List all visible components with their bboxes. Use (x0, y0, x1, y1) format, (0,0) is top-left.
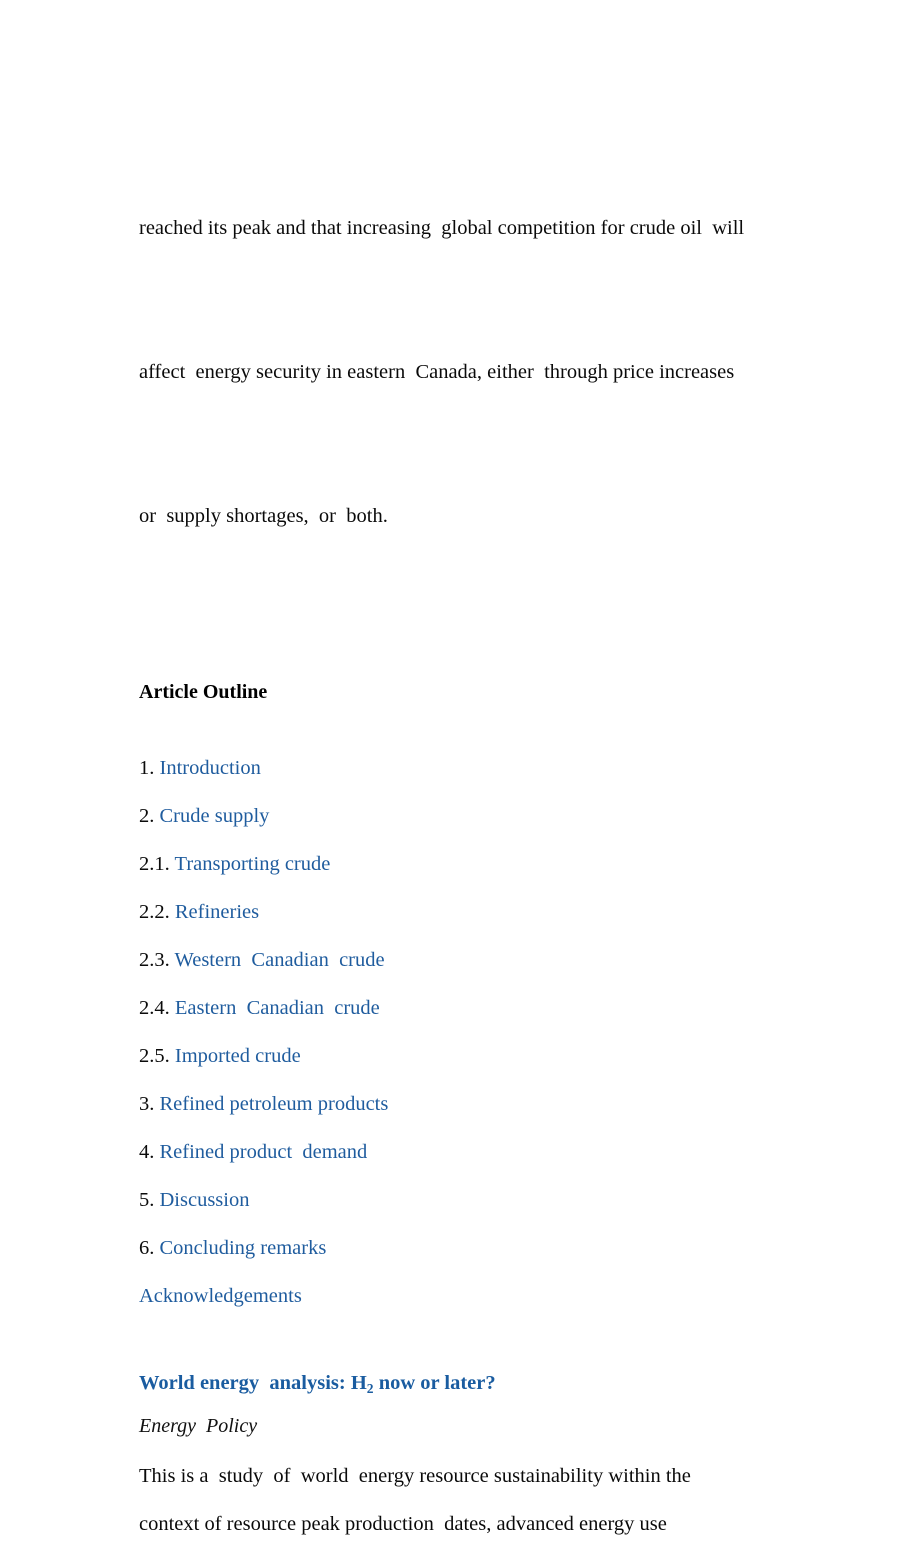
article-title-subscript: 2 (366, 1380, 374, 1396)
abstract-line: This is a study of world energy resource… (139, 1464, 691, 1487)
outline-item-number: 2. (139, 805, 160, 827)
next-article-abstract: This is a study of world energy resource… (139, 1452, 799, 1548)
outline-link-imported-crude[interactable]: Imported crude (175, 1045, 301, 1067)
outline-item-crude-supply: 2. Crude supply (139, 792, 799, 840)
outline-link-concluding-remarks[interactable]: Concluding remarks (160, 1237, 327, 1259)
outline-item-number: 2.2. (139, 901, 175, 923)
abstract-continuation-paragraph: reached its peak and that increasing glo… (139, 108, 799, 636)
page-content: reached its peak and that increasing glo… (139, 108, 799, 1548)
outline-item-imported-crude: 2.5. Imported crude (139, 1032, 799, 1080)
outline-item-refined-petroleum-products: 3. Refined petroleum products (139, 1080, 799, 1128)
outline-link-eastern-canadian-crude[interactable]: Eastern Canadian crude (175, 997, 380, 1019)
outline-item-acknowledgements: Acknowledgements (139, 1272, 799, 1320)
outline-item-discussion: 5. Discussion (139, 1176, 799, 1224)
outline-link-refineries[interactable]: Refineries (175, 901, 259, 923)
paragraph-line: or supply shortages, or both. (139, 505, 388, 527)
outline-link-refined-petroleum-products[interactable]: Refined petroleum products (160, 1093, 389, 1115)
outline-item-introduction: 1. Introduction (139, 744, 799, 792)
outline-link-crude-supply[interactable]: Crude supply (160, 805, 270, 827)
outline-link-acknowledgements[interactable]: Acknowledgements (139, 1285, 302, 1307)
outline-item-eastern-canadian-crude: 2.4. Eastern Canadian crude (139, 984, 799, 1032)
paragraph-line: reached its peak and that increasing glo… (139, 217, 745, 239)
outline-link-introduction[interactable]: Introduction (160, 757, 261, 779)
abstract-line: context of resource peak production date… (139, 1512, 667, 1535)
article-title-part-one: World energy analysis: H (139, 1372, 367, 1394)
outline-item-number: 2.1. (139, 853, 175, 875)
outline-item-number: 4. (139, 1141, 160, 1163)
outline-link-western-canadian-crude[interactable]: Western Canadian crude (175, 949, 385, 971)
article-outline-list: 1. Introduction 2. Crude supply 2.1. Tra… (139, 744, 799, 1320)
outline-link-transporting-crude[interactable]: Transporting crude (175, 853, 331, 875)
outline-item-refined-product-demand: 4. Refined product demand (139, 1128, 799, 1176)
article-title-part-two: now or later? (373, 1372, 496, 1394)
next-article-journal-name: Energy Policy (139, 1414, 258, 1437)
outline-link-refined-product-demand[interactable]: Refined product demand (160, 1141, 368, 1163)
outline-item-western-canadian-crude: 2.3. Western Canadian crude (139, 936, 799, 984)
document-page: reached its peak and that increasing glo… (0, 0, 920, 1535)
outline-item-number: 1. (139, 757, 160, 779)
paragraph-line: affect energy security in eastern Canada… (139, 361, 735, 383)
outline-item-number: 6. (139, 1237, 160, 1259)
next-article-entry: World energy analysis: H2 now or later? … (139, 1368, 799, 1548)
outline-link-discussion[interactable]: Discussion (160, 1189, 250, 1211)
article-outline-heading: Article Outline (139, 681, 268, 703)
outline-item-transporting-crude: 2.1. Transporting crude (139, 840, 799, 888)
article-outline-section: Article Outline 1. Introduction 2. Crude… (139, 680, 799, 1320)
next-article-title-link[interactable]: World energy analysis: H2 now or later? (139, 1368, 799, 1404)
outline-item-number: 2.4. (139, 997, 175, 1019)
outline-item-number: 2.3. (139, 949, 175, 971)
outline-item-refineries: 2.2. Refineries (139, 888, 799, 936)
outline-item-number: 5. (139, 1189, 160, 1211)
outline-item-number: 3. (139, 1093, 160, 1115)
outline-item-number: 2.5. (139, 1045, 175, 1067)
outline-item-concluding-remarks: 6. Concluding remarks (139, 1224, 799, 1272)
